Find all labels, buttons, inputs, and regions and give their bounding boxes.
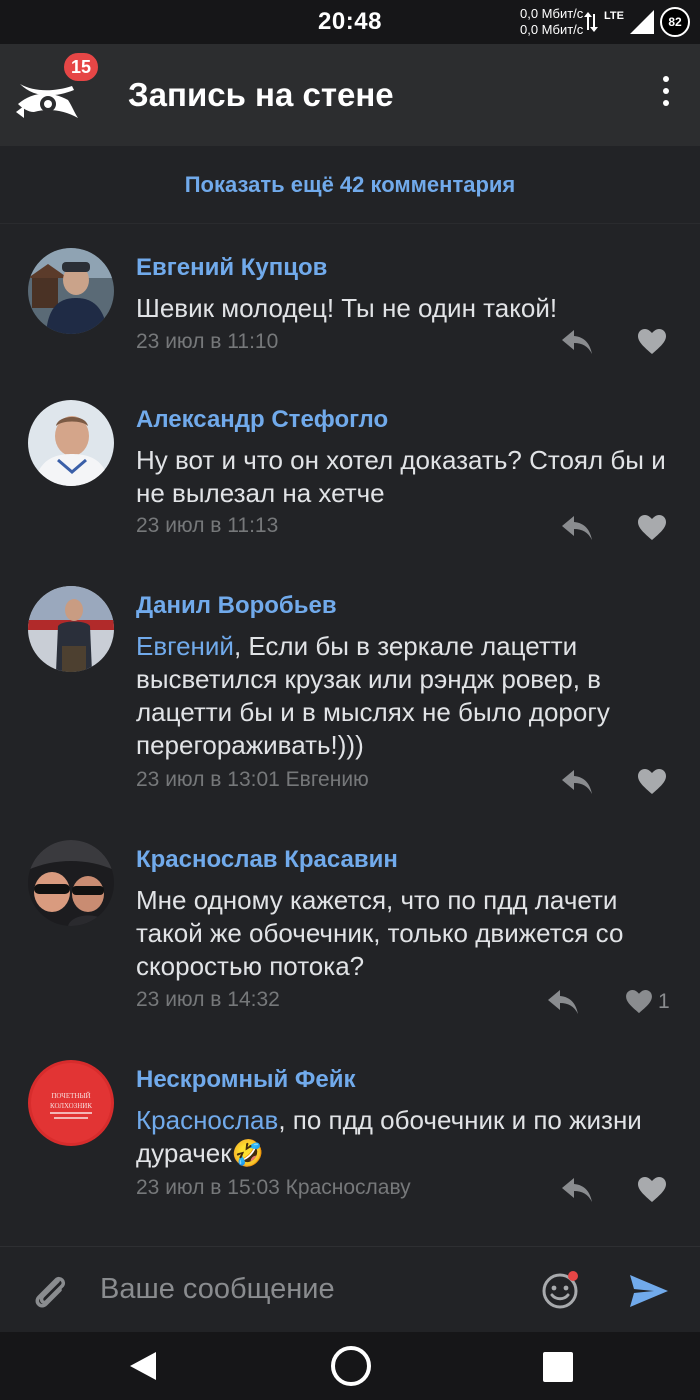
signal-icon	[630, 10, 654, 34]
emoji: 🤣	[231, 1138, 264, 1168]
net-speed-up: 0,0 Мбит/с	[520, 6, 584, 21]
comment-text: Шевик молодец! Ты не один такой!	[136, 293, 558, 323]
status-bar: 20:48 0,0 Мбит/с 0,0 Мбит/с LTE 82	[0, 0, 700, 44]
more-options-icon[interactable]	[658, 76, 674, 112]
comment-mention[interactable]: Евгений	[136, 631, 234, 661]
comment-text: Краснослав, по пдд обочечник и по жизни …	[136, 1104, 676, 1170]
comment-date: 23 июл в 13:01 Евгению	[136, 768, 369, 791]
comment-item: Краснослав Красавин Мне одному кажется, …	[0, 840, 700, 1040]
avatar[interactable]	[28, 400, 114, 486]
emoji-icon[interactable]	[540, 1269, 582, 1311]
reply-icon[interactable]	[560, 514, 594, 542]
message-composer	[0, 1246, 700, 1332]
send-icon[interactable]	[628, 1273, 670, 1309]
show-more-comments-link[interactable]: Показать ещё 42 комментария	[0, 146, 700, 224]
comment-item: ПОЧЕТНЫЙ КОЛХОЗНИК Нескромный Фейк Красн…	[0, 1060, 700, 1230]
attach-icon[interactable]	[30, 1271, 70, 1311]
svg-text:ПОЧЕТНЫЙ: ПОЧЕТНЫЙ	[51, 1092, 90, 1100]
like-button[interactable]: 1	[626, 988, 670, 1016]
heart-icon	[638, 1177, 666, 1202]
comment-date: 23 июл в 11:10	[136, 330, 279, 353]
heart-icon	[626, 990, 652, 1014]
comment-item: Данил Воробьев Евгений, Если бы в зеркал…	[0, 586, 700, 816]
comment-mention[interactable]: Краснослав	[136, 1105, 278, 1135]
comment-author[interactable]: Краснослав Красавин	[136, 846, 398, 874]
comment-item: Евгений Купцов Шевик молодец! Ты не один…	[0, 248, 700, 378]
comment-text: Мне одному кажется, что по пдд лачети та…	[136, 885, 624, 981]
like-button[interactable]	[638, 514, 666, 542]
heart-icon	[638, 329, 666, 354]
notification-badge: 15	[62, 51, 100, 83]
reply-icon[interactable]	[546, 988, 580, 1016]
data-arrows-icon	[584, 12, 599, 32]
reply-icon[interactable]	[560, 328, 594, 356]
comment-date: 23 июл в 14:32	[136, 988, 280, 1011]
reply-icon[interactable]	[560, 768, 594, 796]
reply-icon[interactable]	[560, 1176, 594, 1204]
like-count: 1	[658, 990, 670, 1013]
comment-text: Евгений, Если бы в зеркале лацетти высве…	[136, 630, 676, 762]
avatar[interactable]	[28, 840, 114, 926]
comment-date: 23 июл в 15:03 Краснославу	[136, 1176, 411, 1199]
comment-author[interactable]: Евгений Купцов	[136, 254, 327, 282]
svg-text:КОЛХОЗНИК: КОЛХОЗНИК	[50, 1102, 92, 1110]
battery-level: 82	[668, 15, 682, 29]
like-button[interactable]	[638, 768, 666, 796]
page-title: Запись на стене	[128, 76, 394, 113]
battery-icon: 82	[660, 7, 690, 37]
avatar[interactable]	[28, 248, 114, 334]
comment-item: Александр Стефогло Ну вот и что он хотел…	[0, 400, 700, 560]
nav-recents-icon[interactable]	[543, 1352, 573, 1382]
comment-author[interactable]: Данил Воробьев	[136, 592, 337, 620]
lte-label: LTE	[604, 10, 624, 22]
nav-home-icon[interactable]	[331, 1346, 371, 1386]
heart-icon	[638, 515, 666, 540]
avatar[interactable]	[28, 586, 114, 672]
message-input[interactable]	[100, 1265, 520, 1313]
network-speed: 0,0 Мбит/с 0,0 Мбит/с	[520, 6, 583, 38]
nav-back-icon[interactable]	[128, 1350, 158, 1387]
like-button[interactable]	[638, 328, 666, 356]
heart-icon	[638, 769, 666, 794]
comment-text: Ну вот и что он хотел доказать? Стоял бы…	[136, 445, 666, 508]
status-icons: LTE 82	[584, 6, 690, 38]
net-speed-down: 0,0 Мбит/с	[520, 22, 584, 37]
app-bar: 15 Запись на стене	[0, 44, 700, 146]
avatar[interactable]: ПОЧЕТНЫЙ КОЛХОЗНИК	[28, 1060, 114, 1146]
back-button[interactable]: 15	[14, 51, 100, 124]
comment-date: 23 июл в 11:13	[136, 514, 279, 537]
comment-author[interactable]: Нескромный Фейк	[136, 1066, 356, 1094]
like-button[interactable]	[638, 1176, 666, 1204]
comment-author[interactable]: Александр Стефогло	[136, 406, 388, 434]
system-nav-bar	[0, 1332, 700, 1400]
